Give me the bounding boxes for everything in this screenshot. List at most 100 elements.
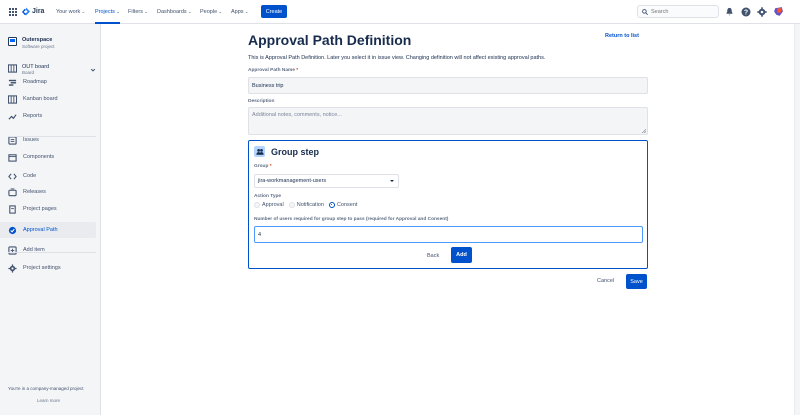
sidebar-divider bbox=[8, 136, 96, 137]
notifications-icon[interactable] bbox=[724, 6, 735, 17]
releases-icon bbox=[8, 187, 17, 196]
top-navigation: Jira Your work ⌄ Projects ⌄ Filters ⌄ Dashb… bbox=[0, 0, 800, 24]
radio-notification[interactable]: Notification bbox=[288, 202, 324, 208]
sidebar-item-project-settings[interactable]: Project settings bbox=[0, 260, 96, 276]
chevron-down-icon: ⌄ bbox=[217, 9, 223, 14]
project-sidebar: Outerspace Software project OUT board Bo… bbox=[0, 24, 101, 415]
sidebar-item-label: Project settings bbox=[23, 265, 61, 271]
chevron-down-icon: ⌄ bbox=[243, 9, 249, 14]
sidebar-item-approval-path[interactable]: Approval Path bbox=[0, 222, 96, 238]
nav-dashboards[interactable]: Dashboards ⌄ bbox=[157, 9, 192, 15]
people-group-icon bbox=[254, 146, 265, 157]
reports-icon bbox=[8, 113, 17, 120]
group-select[interactable]: jira-workmanagement-users bbox=[254, 174, 399, 188]
pages-icon bbox=[9, 204, 16, 214]
sidebar-item-label: Roadmap bbox=[23, 79, 47, 85]
logo-text: Jira bbox=[32, 8, 45, 15]
jira-logo-icon bbox=[22, 7, 30, 16]
sidebar-item-code[interactable]: Code bbox=[0, 168, 96, 184]
description-placeholder: Additional notes, comments, notice... bbox=[252, 112, 342, 118]
add-button[interactable]: Add bbox=[451, 247, 472, 263]
page-scrollbar[interactable] bbox=[794, 24, 800, 415]
sidebar-item-reports[interactable]: Reports bbox=[0, 108, 96, 124]
sidebar-item-label: Kanban board bbox=[23, 96, 58, 102]
radio-label: Consent bbox=[336, 202, 358, 208]
sidebar-item-issues[interactable]: Issues bbox=[0, 132, 96, 148]
save-button[interactable]: Save bbox=[626, 274, 647, 289]
sidebar-item-roadmap[interactable]: Roadmap bbox=[0, 74, 96, 90]
description-textarea[interactable]: Additional notes, comments, notice... bbox=[248, 107, 648, 135]
roadmap-icon bbox=[8, 79, 17, 86]
sidebar-item-label: Approval Path bbox=[23, 227, 58, 233]
description-label: Description bbox=[248, 99, 275, 104]
nav-projects[interactable]: Projects ⌄ bbox=[95, 9, 120, 24]
resize-handle-icon[interactable] bbox=[642, 129, 646, 133]
sidebar-item-kanban-board[interactable]: Kanban board bbox=[0, 91, 96, 107]
sidebar-item-add-item[interactable]: Add item bbox=[0, 242, 96, 258]
users-required-label: Number of users required for group step … bbox=[254, 217, 449, 222]
nav-apps[interactable]: Apps ⌄ bbox=[231, 9, 249, 15]
radio-indicator bbox=[254, 202, 260, 208]
back-button[interactable]: Back bbox=[427, 253, 439, 259]
group-step-panel: Group step Group * jira-workmanagement-u… bbox=[248, 140, 648, 269]
search-input[interactable] bbox=[651, 8, 711, 15]
sidebar-item-label: Components bbox=[23, 154, 55, 160]
project-header[interactable]: Outerspace Software project bbox=[8, 37, 55, 49]
project-avatar-icon bbox=[8, 37, 17, 46]
page-title: Approval Path Definition bbox=[248, 32, 412, 48]
svg-text:?: ? bbox=[743, 9, 747, 16]
group-select-value: jira-workmanagement-users bbox=[258, 178, 327, 184]
board-icon bbox=[8, 94, 17, 104]
nav-filters[interactable]: Filters ⌄ bbox=[128, 9, 148, 15]
chevron-down-icon: ⌄ bbox=[80, 9, 86, 14]
settings-gear-icon[interactable] bbox=[756, 6, 767, 17]
radio-indicator bbox=[328, 202, 335, 208]
avatar[interactable] bbox=[773, 6, 784, 17]
radio-label: Notification bbox=[296, 202, 324, 208]
sidebar-item-label: Project pages bbox=[23, 206, 57, 212]
sidebar-item-components[interactable]: Components bbox=[0, 149, 96, 165]
help-icon[interactable]: ? bbox=[740, 6, 751, 17]
users-required-input[interactable]: 4 bbox=[254, 226, 643, 243]
nav-people[interactable]: People ⌄ bbox=[200, 9, 222, 15]
sidebar-item-label: Code bbox=[23, 173, 37, 179]
group-step-title: Group step bbox=[271, 147, 320, 157]
sidebar-item-label: Issues bbox=[23, 137, 39, 143]
radio-indicator bbox=[288, 202, 295, 208]
approval-icon bbox=[8, 226, 17, 234]
sidebar-footer-text: You're in a company-managed project bbox=[8, 386, 84, 391]
group-label: Group * bbox=[254, 164, 272, 169]
chevron-down-icon: ⌄ bbox=[142, 9, 149, 14]
approval-path-name-input[interactable]: Business trip bbox=[248, 77, 648, 94]
action-type-radio-group: Approval Notification Consent bbox=[254, 202, 357, 208]
radio-label: Approval bbox=[262, 202, 284, 208]
intro-text: This is Approval Path Definition. Later … bbox=[248, 55, 546, 61]
chevron-down-icon[interactable] bbox=[90, 67, 96, 73]
add-item-icon bbox=[8, 245, 17, 255]
search-icon bbox=[642, 8, 648, 15]
sidebar-item-label: Reports bbox=[23, 113, 43, 119]
chevron-down-icon: ⌄ bbox=[186, 9, 192, 14]
cancel-button[interactable]: Cancel bbox=[597, 278, 614, 284]
radio-consent[interactable]: Consent bbox=[328, 202, 358, 208]
settings-icon bbox=[8, 263, 17, 273]
return-to-list-link[interactable]: Return to list bbox=[605, 33, 639, 39]
nav-your-work[interactable]: Your work ⌄ bbox=[56, 9, 85, 15]
sidebar-divider bbox=[8, 252, 96, 253]
learn-more-link[interactable]: Learn more bbox=[37, 398, 60, 403]
jira-logo[interactable]: Jira bbox=[22, 7, 44, 16]
components-icon bbox=[8, 153, 17, 162]
project-name: Outerspace bbox=[22, 37, 53, 43]
board-icon bbox=[8, 64, 17, 73]
create-button[interactable]: Create bbox=[261, 5, 287, 18]
radio-approval[interactable]: Approval bbox=[254, 202, 284, 208]
chevron-down-icon: ⌄ bbox=[114, 9, 120, 14]
project-type: Software project bbox=[22, 44, 55, 49]
app-switcher-icon[interactable] bbox=[9, 8, 17, 16]
sidebar-item-releases[interactable]: Releases bbox=[0, 184, 96, 200]
sidebar-item-label: Releases bbox=[23, 189, 46, 195]
action-type-label: Action Type bbox=[254, 194, 282, 199]
dropdown-caret-icon bbox=[390, 180, 394, 182]
sidebar-item-project-pages[interactable]: Project pages bbox=[0, 201, 96, 217]
search-box[interactable] bbox=[637, 5, 719, 18]
